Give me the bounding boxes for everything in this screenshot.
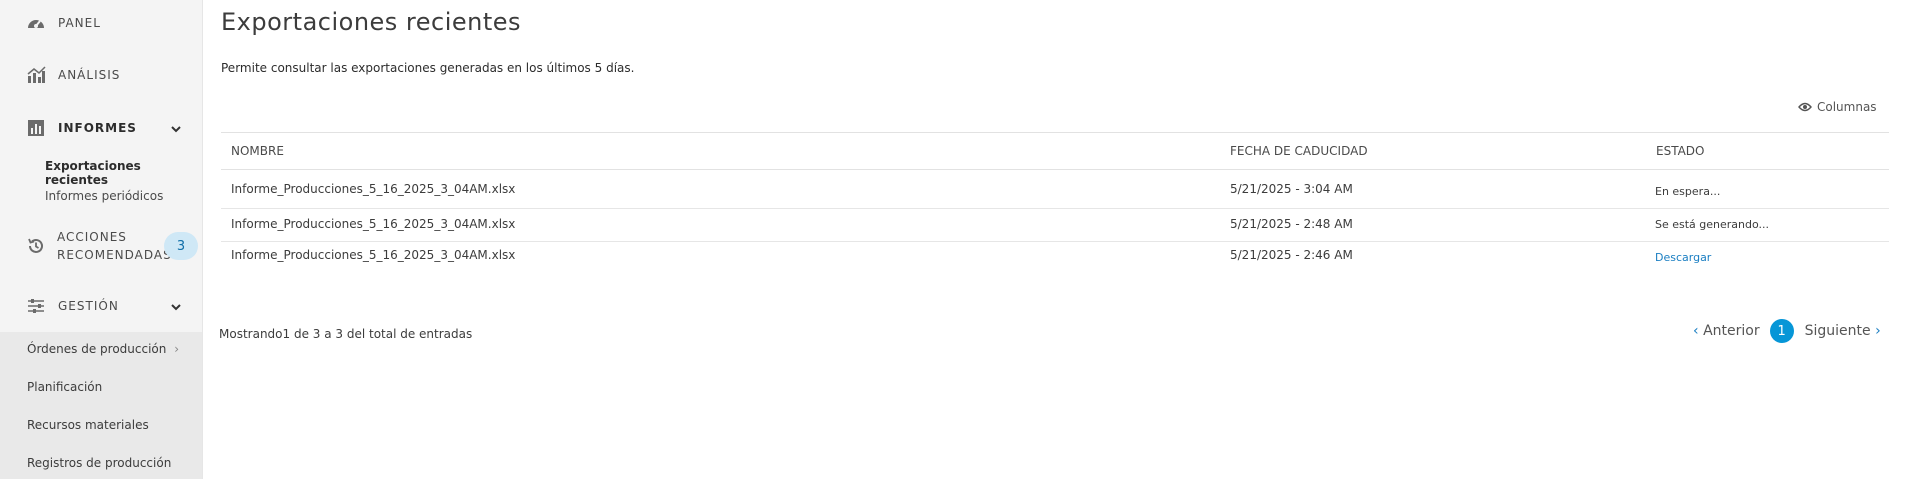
- sidebar-subitem-registros-produccion[interactable]: Registros de producción: [27, 456, 171, 470]
- report-icon: [26, 118, 46, 138]
- cell-nombre: Informe_Producciones_5_16_2025_3_04AM.xl…: [231, 248, 516, 262]
- sidebar-item-label: INFORMES: [58, 121, 137, 135]
- chevron-left-icon: ‹: [1693, 323, 1699, 339]
- sidebar-subitem-exportaciones-recientes[interactable]: Exportaciones recientes: [45, 159, 202, 187]
- cell-fecha-caducidad: 5/21/2025 - 2:46 AM: [1230, 248, 1353, 262]
- speedometer-icon: [26, 13, 46, 33]
- columns-button-label: Columnas: [1817, 100, 1877, 114]
- sidebar-item-informes[interactable]: INFORMES: [0, 118, 202, 138]
- eye-icon: [1798, 102, 1812, 112]
- columns-button[interactable]: Columnas: [1798, 100, 1877, 114]
- history-icon: [26, 236, 46, 256]
- next-page-label: Siguiente: [1804, 323, 1871, 339]
- sidebar-item-label: ACCIONES: [57, 230, 127, 244]
- next-page-button[interactable]: Siguiente ›: [1805, 323, 1881, 339]
- entries-summary: Mostrando1 de 3 a 3 del total de entrada…: [219, 327, 473, 341]
- exports-table: NOMBRE FECHA DE CADUCIDAD ESTADO Informe…: [221, 132, 1889, 274]
- sidebar-item-panel[interactable]: PANEL: [0, 13, 202, 33]
- main-content: Exportaciones recientes Permite consulta…: [202, 0, 1907, 479]
- table-row: Informe_Producciones_5_16_2025_3_04AM.xl…: [221, 170, 1889, 209]
- table-row: Informe_Producciones_5_16_2025_3_04AM.xl…: [221, 209, 1889, 242]
- table-row: Informe_Producciones_5_16_2025_3_04AM.xl…: [221, 242, 1889, 274]
- gestion-submenu: Órdenes de producción › Planificación Re…: [0, 332, 202, 479]
- page-number-button[interactable]: 1: [1769, 319, 1794, 343]
- previous-page-button[interactable]: ‹ Anterior: [1693, 323, 1760, 339]
- sidebar-subitem-informes-periodicos[interactable]: Informes periódicos: [45, 189, 163, 203]
- download-link[interactable]: Descargar: [1655, 251, 1711, 264]
- column-header-fecha-caducidad[interactable]: FECHA DE CADUCIDAD: [1230, 144, 1368, 158]
- chevron-right-icon: ›: [1875, 323, 1881, 339]
- recommended-actions-count-badge: 3: [164, 232, 198, 260]
- cell-fecha-caducidad: 5/21/2025 - 3:04 AM: [1230, 182, 1353, 196]
- column-header-nombre[interactable]: NOMBRE: [231, 144, 284, 158]
- table-header: NOMBRE FECHA DE CADUCIDAD ESTADO: [221, 132, 1889, 170]
- cell-fecha-caducidad: 5/21/2025 - 2:48 AM: [1230, 217, 1353, 231]
- sliders-icon: [26, 296, 46, 316]
- sidebar-subitem-ordenes-produccion[interactable]: Órdenes de producción ›: [27, 342, 179, 356]
- sidebar: PANEL ANÁLISIS INFORMES Exportaciones re…: [0, 0, 203, 479]
- page-description: Permite consultar las exportaciones gene…: [221, 61, 635, 75]
- cell-estado: Se está generando...: [1655, 218, 1770, 231]
- cell-estado: En espera...: [1655, 185, 1721, 198]
- sidebar-item-label: ANÁLISIS: [58, 68, 121, 82]
- sidebar-item-analisis[interactable]: ANÁLISIS: [0, 65, 202, 85]
- chevron-right-icon: ›: [174, 342, 180, 356]
- chevron-down-icon: [171, 126, 181, 133]
- previous-page-label: Anterior: [1703, 323, 1760, 339]
- sidebar-item-label: PANEL: [58, 16, 101, 30]
- sidebar-subitem-planificacion[interactable]: Planificación: [27, 380, 102, 394]
- sidebar-item-label: GESTIÓN: [58, 299, 119, 313]
- sidebar-subitem-recursos-materiales[interactable]: Recursos materiales: [27, 418, 149, 432]
- cell-nombre: Informe_Producciones_5_16_2025_3_04AM.xl…: [231, 182, 516, 196]
- sidebar-item-gestion[interactable]: GESTIÓN: [0, 296, 202, 316]
- page-title: Exportaciones recientes: [221, 8, 522, 36]
- cell-nombre: Informe_Producciones_5_16_2025_3_04AM.xl…: [231, 217, 516, 231]
- sidebar-subitem-label: Órdenes de producción: [27, 342, 167, 356]
- sidebar-item-label: RECOMENDADAS: [57, 248, 172, 262]
- column-header-estado[interactable]: ESTADO: [1656, 144, 1705, 158]
- bar-chart-icon: [26, 65, 46, 85]
- pagination: ‹ Anterior 1 Siguiente ›: [1693, 319, 1881, 343]
- chevron-down-icon: [171, 304, 181, 311]
